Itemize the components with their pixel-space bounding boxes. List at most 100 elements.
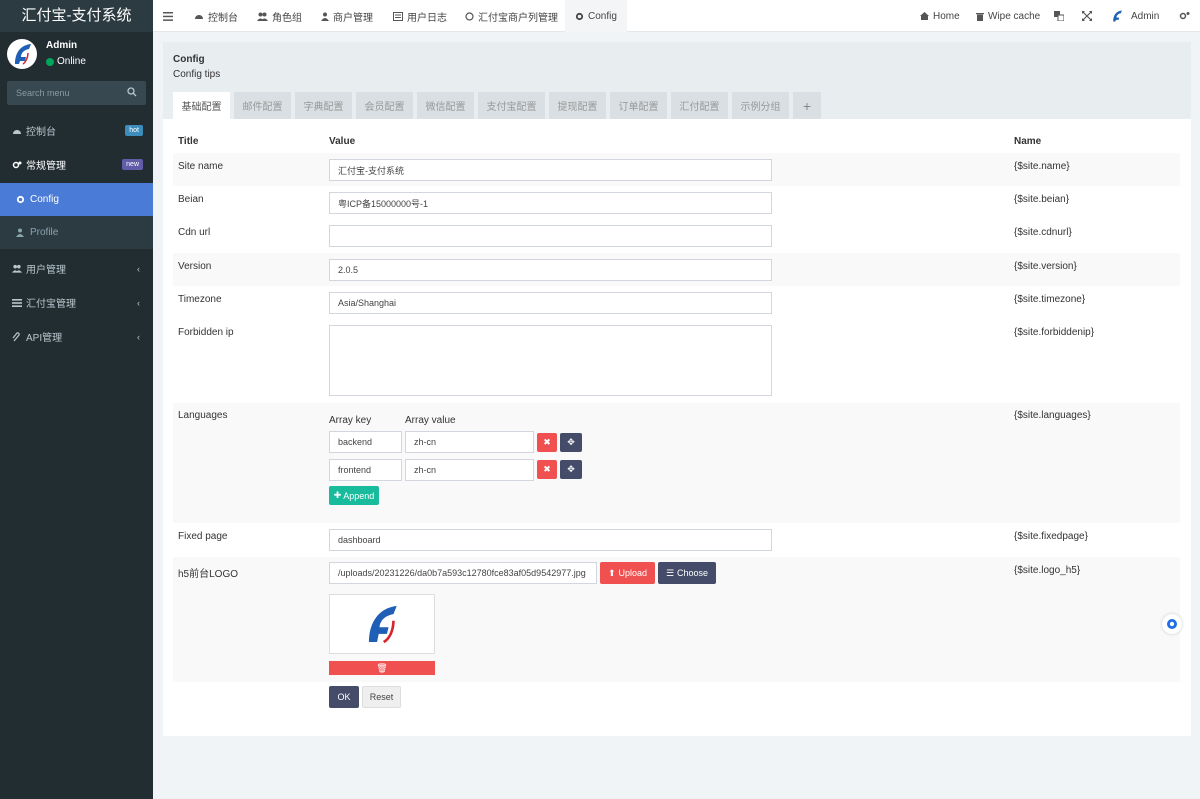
search-placeholder: Search menu (16, 88, 70, 98)
sidebar-item-general[interactable]: 常规管理 new (0, 148, 153, 181)
ok-button[interactable]: OK (329, 686, 359, 708)
forbidden-ip-textarea[interactable] (329, 325, 772, 396)
tab-alipay[interactable]: 支付宝配置 (478, 92, 545, 119)
logo-path-input[interactable]: /uploads/20231226/da0b7a593c12780fce83af… (329, 562, 597, 584)
timezone-input[interactable]: Asia/Shanghai (329, 292, 772, 314)
tab-wechat[interactable]: 微信配置 (417, 92, 474, 119)
floating-chat-icon[interactable] (1162, 614, 1182, 634)
tab-label: 商户管理 (333, 12, 373, 24)
row-name-forbidden-ip: {$site.forbiddenip} (1014, 327, 1095, 338)
tab-order[interactable]: 订单配置 (610, 92, 667, 119)
row-name-version: {$site.version} (1014, 261, 1077, 272)
user-panel: Admin Online (0, 32, 153, 78)
search-menu-input[interactable]: Search menu (7, 81, 146, 105)
wipe-cache-button[interactable]: Wipe cache (976, 0, 1040, 32)
row-title-h5-logo: h5前台LOGO (178, 569, 239, 580)
row-title-beian: Beian (178, 194, 204, 205)
gear-icon (575, 12, 584, 21)
row-name-languages: {$site.languages} (1014, 410, 1091, 421)
home-label: Home (933, 10, 960, 22)
admin-menu[interactable]: Admin (1111, 0, 1159, 32)
user-name: Admin (46, 40, 78, 51)
tab-withdraw[interactable]: 提现配置 (549, 92, 606, 119)
array-value-header: Array value (405, 415, 456, 426)
sidebar: 汇付宝-支付系统 Admin Online Search menu 控制台 ho… (0, 0, 153, 799)
tab-dictionary[interactable]: 字典配置 (295, 92, 352, 119)
reset-button[interactable]: Reset (362, 686, 401, 708)
column-name: Name (1014, 136, 1042, 147)
upload-button[interactable]: ⬆ Upload (600, 562, 655, 584)
dashboard-icon (12, 126, 22, 135)
row-title-timezone: Timezone (178, 294, 222, 305)
sidebar-item-config[interactable]: Config (0, 183, 153, 216)
users-icon (257, 12, 268, 21)
row-title-languages: Languages (178, 410, 228, 421)
language-key-input[interactable]: backend (329, 431, 402, 453)
language-icon[interactable] (1054, 0, 1064, 32)
tab-huifubao-merchants[interactable]: 汇付宝商户列管理 (465, 0, 558, 32)
tab-label: 用户日志 (407, 12, 447, 24)
settings-gear-icon[interactable] (1179, 0, 1190, 32)
row-title-forbidden-ip: Forbidden ip (178, 327, 234, 338)
tab-member[interactable]: 会员配置 (356, 92, 413, 119)
fixed-page-input[interactable]: dashboard (329, 529, 772, 551)
tab-user-log[interactable]: 用户日志 (393, 0, 447, 32)
cdn-url-input[interactable] (329, 225, 772, 247)
beian-input[interactable]: 粤ICP备15000000号-1 (329, 192, 772, 214)
menu-toggle-icon[interactable] (163, 0, 173, 32)
users-icon (12, 264, 22, 273)
site-name-input[interactable]: 汇付宝-支付系统 (329, 159, 772, 181)
row-name-site-name: {$site.name} (1014, 161, 1070, 172)
list-alt-icon (393, 11, 403, 21)
user-icon (321, 12, 329, 21)
choose-button[interactable]: ☰ Choose (658, 562, 716, 584)
circle-icon (465, 11, 474, 21)
sidebar-item-huifubao[interactable]: 汇付宝管理 ‹ (0, 286, 153, 319)
tab-example[interactable]: 示例分组 (732, 92, 789, 119)
sidebar-item-label: API管理 (26, 333, 63, 344)
tab-label: 角色组 (272, 12, 302, 24)
sidebar-item-dashboard[interactable]: 控制台 hot (0, 114, 153, 147)
page-title: Config (173, 54, 205, 65)
drag-move-icon[interactable]: ✥ (560, 433, 582, 452)
tab-roles[interactable]: 角色组 (257, 0, 302, 32)
tab-huifu[interactable]: 汇付配置 (671, 92, 728, 119)
language-value-input[interactable]: zh-cn (405, 431, 534, 453)
choose-label: Choose (677, 568, 709, 578)
remove-row-icon[interactable]: ✖ (537, 460, 557, 479)
plus-icon: ✚ (333, 490, 342, 500)
search-icon[interactable] (127, 87, 137, 100)
append-button[interactable]: ✚ Append (329, 486, 379, 505)
status-text: Online (57, 56, 86, 67)
tab-basic[interactable]: 基础配置 (173, 92, 230, 119)
remove-row-icon[interactable]: ✖ (537, 433, 557, 452)
fullscreen-icon[interactable] (1082, 0, 1092, 32)
tab-dashboard[interactable]: 控制台 (194, 0, 238, 32)
language-value-input[interactable]: zh-cn (405, 459, 534, 481)
home-link[interactable]: Home (920, 0, 960, 32)
user-status: Online (46, 56, 86, 67)
tab-merchants[interactable]: 商户管理 (321, 0, 373, 32)
brand-title[interactable]: 汇付宝-支付系统 (0, 0, 153, 32)
tab-label: 控制台 (208, 12, 238, 24)
paperclip-icon (12, 331, 22, 342)
delete-logo-trash-icon[interactable]: 🗑 (329, 661, 435, 675)
sidebar-item-api[interactable]: API管理 ‹ (0, 320, 153, 353)
sidebar-item-label: Profile (30, 227, 59, 238)
tab-email[interactable]: 邮件配置 (234, 92, 291, 119)
dashboard-icon (194, 12, 204, 20)
version-input[interactable]: 2.0.5 (329, 259, 772, 281)
trash-icon (976, 12, 984, 21)
gear-icon (16, 195, 26, 204)
sidebar-item-label: 用户管理 (26, 265, 66, 276)
add-tab-plus-icon[interactable]: + (793, 92, 821, 119)
admin-label: Admin (1131, 10, 1160, 22)
sidebar-item-users[interactable]: 用户管理 ‹ (0, 252, 153, 285)
sidebar-item-profile[interactable]: Profile (0, 216, 153, 249)
row-name-h5-logo: {$site.logo_h5} (1014, 565, 1081, 576)
home-icon (920, 12, 929, 20)
drag-move-icon[interactable]: ✥ (560, 460, 582, 479)
language-key-input[interactable]: frontend (329, 459, 402, 481)
tab-config[interactable]: Config (565, 0, 627, 32)
row-title-fixed-page: Fixed page (178, 531, 228, 542)
